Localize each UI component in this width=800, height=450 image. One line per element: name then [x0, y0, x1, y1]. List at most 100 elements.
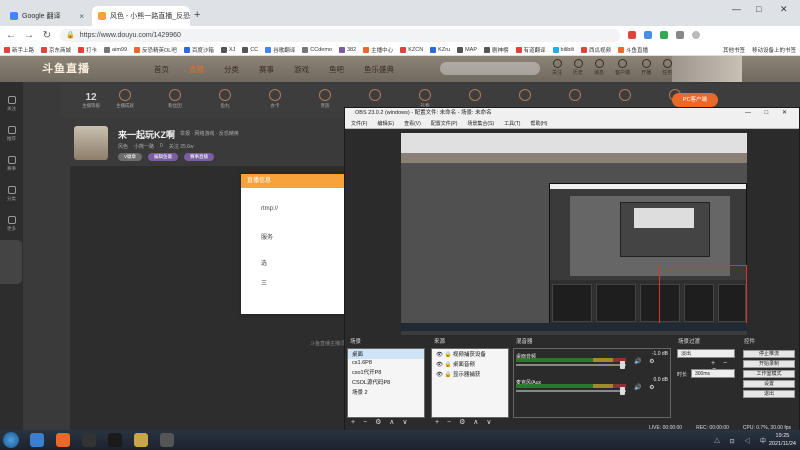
sidebar-item-follow[interactable]: 关注: [0, 96, 23, 112]
volume-slider-handle[interactable]: [620, 387, 625, 395]
sidebar-item-events[interactable]: 赛事: [0, 156, 23, 172]
list-item[interactable]: cs1.6P8: [348, 359, 424, 367]
back-button[interactable]: ←: [6, 30, 16, 41]
bookmark[interactable]: XJ: [220, 46, 235, 53]
obs-window-controls[interactable]: — □ ✕: [745, 108, 793, 119]
eye-icon[interactable]: 👁 🔒: [436, 352, 453, 358]
gift-item[interactable]: [360, 89, 390, 109]
gift-item[interactable]: 主播成就: [110, 89, 140, 109]
bookmark[interactable]: 382: [338, 46, 356, 53]
cs-icon[interactable]: [82, 433, 96, 447]
badge[interactable]: 赛事直播: [184, 153, 215, 161]
list-item[interactable]: 👁 🔒 桌面音频: [432, 359, 508, 369]
menu-help[interactable]: 帮助(H): [530, 119, 547, 128]
extension-icon[interactable]: [644, 31, 652, 39]
bookmark[interactable]: 打卡: [78, 46, 97, 54]
nav-item[interactable]: 鱼乐盛典: [364, 64, 394, 75]
obs-preview[interactable]: [401, 133, 747, 335]
settings-button[interactable]: 设置: [743, 380, 795, 388]
maximize-button[interactable]: □: [756, 4, 761, 14]
transition-select[interactable]: 淡出: [677, 349, 735, 358]
bookmark[interactable]: 斗鱼直播: [618, 46, 648, 54]
gift-item[interactable]: [460, 89, 490, 109]
bookmark[interactable]: 谷歌翻译: [265, 46, 295, 54]
avatar[interactable]: [692, 31, 700, 39]
gift-item[interactable]: 办卡: [260, 89, 290, 109]
bookmark[interactable]: 京东商城: [41, 46, 71, 54]
bookmark[interactable]: bilibili: [552, 46, 574, 53]
volume-fader[interactable]: [516, 364, 626, 366]
start-recording-button[interactable]: 开始录制: [743, 360, 795, 368]
menu-profile[interactable]: 配置文件(P): [431, 119, 458, 128]
history-icon[interactable]: 历史: [573, 59, 583, 76]
bookmark[interactable]: 反恐精英OL吧: [134, 46, 177, 54]
bookmark[interactable]: 百度沙箱: [183, 46, 214, 54]
speaker-icon[interactable]: 🔊 ⚙: [634, 358, 658, 365]
sidebar-item-category[interactable]: 分类: [0, 186, 23, 202]
task-icon[interactable]: 任务: [662, 59, 672, 76]
list-item[interactable]: CSOL源代码P8: [348, 377, 424, 387]
bookmark[interactable]: 西瓜视频: [581, 46, 611, 54]
nav-item[interactable]: 赛事: [259, 64, 274, 75]
bookmark-folder[interactable]: 其他书签: [723, 46, 745, 54]
close-icon[interactable]: ×: [79, 12, 84, 21]
close-window-button[interactable]: ✕: [780, 4, 788, 15]
menu-scene-collection[interactable]: 场景集合(S): [467, 119, 494, 128]
badge[interactable]: 编辑鱼徽: [148, 153, 179, 161]
bookmark[interactable]: CC: [242, 46, 258, 53]
eye-icon[interactable]: 👁 🔒: [436, 362, 453, 368]
bookmark[interactable]: 剧神榜: [484, 46, 509, 54]
menu-file[interactable]: 文件(F): [351, 119, 367, 128]
gift-item[interactable]: [560, 89, 590, 109]
taskbar-clock[interactable]: 19:25 2021/11/24: [769, 432, 796, 448]
volume-slider-handle[interactable]: [620, 361, 625, 369]
steam-icon[interactable]: [108, 433, 122, 447]
eye-icon[interactable]: 👁 🔒: [436, 372, 453, 378]
bookmark[interactable]: CCdemo: [302, 46, 332, 53]
badge[interactable]: V徽章: [118, 153, 143, 161]
start-button[interactable]: [3, 432, 19, 448]
extension-icon[interactable]: [676, 31, 684, 39]
obs-icon[interactable]: [160, 433, 174, 447]
volume-fader[interactable]: [516, 390, 626, 392]
gift-item[interactable]: 礼物: [410, 89, 440, 109]
minimize-button[interactable]: —: [732, 4, 741, 14]
sidebar-item-recommend[interactable]: 推荐: [0, 126, 23, 142]
bookmark[interactable]: MAP: [457, 46, 477, 53]
extension-icon[interactable]: [660, 31, 668, 39]
broadcast-icon[interactable]: 开播: [641, 59, 651, 76]
bookmark[interactable]: 有道翻译: [515, 46, 546, 54]
gift-item[interactable]: 鱼丸: [210, 89, 240, 109]
follow-icon[interactable]: 关注: [552, 59, 562, 76]
nav-item-live[interactable]: 直播: [189, 64, 204, 75]
tab-douyu[interactable]: 风色 - 小熊一路直播_反恐精英 ×: [92, 6, 190, 26]
url-field[interactable]: 🔒 https://www.douyu.com/1429960: [60, 28, 620, 42]
reload-button[interactable]: ↻: [42, 30, 52, 41]
list-item[interactable]: 桌面: [348, 349, 424, 359]
site-logo[interactable]: 斗鱼直播: [42, 60, 132, 78]
menu-tools[interactable]: 工具(T): [504, 119, 520, 128]
bookmark[interactable]: KZCN: [400, 46, 423, 53]
tab-google-translate[interactable]: Google 翻译 ×: [4, 6, 90, 26]
bookmark[interactable]: 新手上路: [4, 46, 34, 54]
bookmark-folder[interactable]: 移动设备上的书签: [752, 46, 796, 54]
exit-button[interactable]: 退出: [743, 390, 795, 398]
sidebar-toggle-handle[interactable]: [0, 240, 22, 284]
pc-client-button[interactable]: PC客户端: [672, 93, 718, 107]
system-tray[interactable]: △ ⊡ ◁ 中: [714, 436, 770, 445]
stop-streaming-button[interactable]: 停止推流: [743, 350, 795, 358]
menu-view[interactable]: 查看(V): [404, 119, 421, 128]
gift-item[interactable]: 贵族: [310, 89, 340, 109]
sidebar-item-more[interactable]: 更多: [0, 216, 23, 232]
message-icon[interactable]: 消息: [594, 59, 604, 76]
nav-item[interactable]: 鱼吧: [329, 64, 344, 75]
nav-item[interactable]: 游戏: [294, 64, 309, 75]
explorer-icon[interactable]: [30, 433, 44, 447]
bookmark[interactable]: KZru: [430, 46, 450, 53]
extension-icon[interactable]: [628, 31, 636, 39]
list-item[interactable]: 场景 2: [348, 387, 424, 397]
site-search-input[interactable]: [440, 62, 540, 75]
new-tab-button[interactable]: +: [194, 9, 200, 21]
list-item[interactable]: cso1代开P8: [348, 367, 424, 377]
list-item[interactable]: 👁 🔒 显示器捕获: [432, 369, 508, 379]
